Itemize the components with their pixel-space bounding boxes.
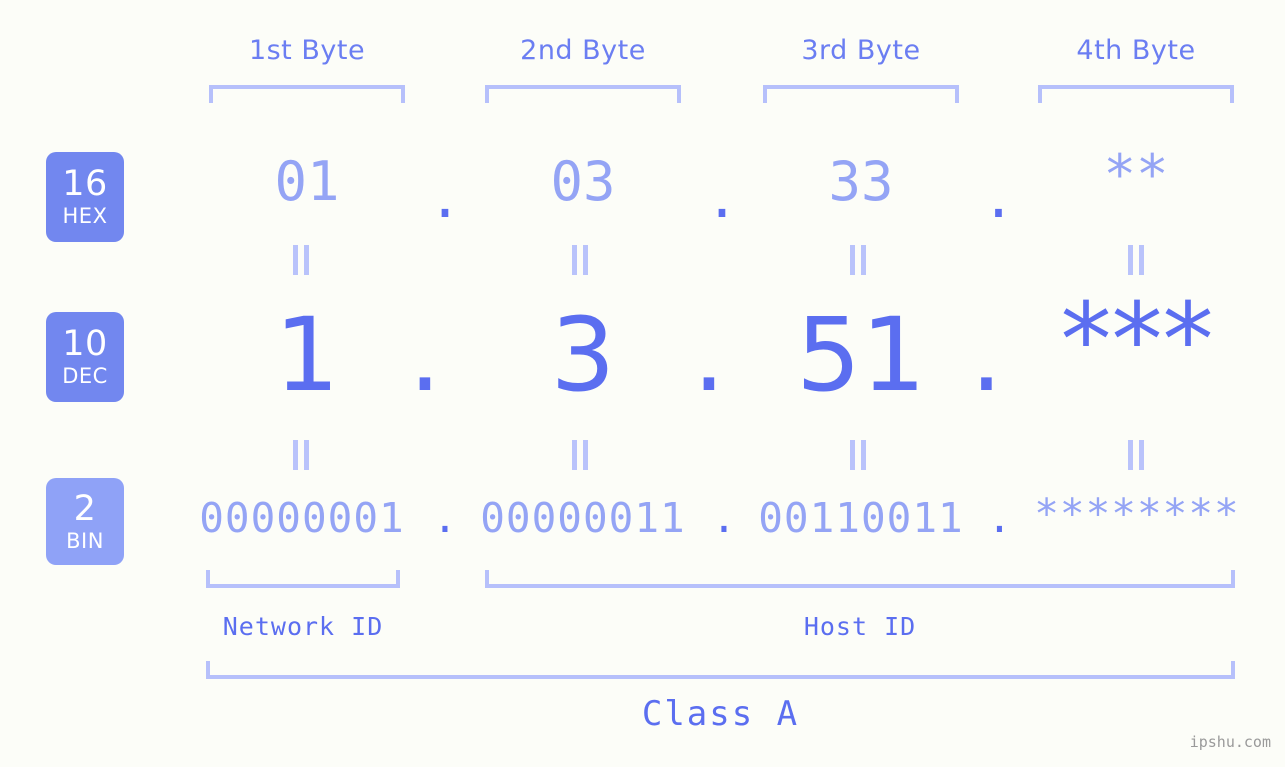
dec-byte-2: 3: [550, 296, 616, 415]
network-id-label: Network ID: [222, 612, 384, 641]
byte-bracket-3: [763, 85, 959, 103]
byte-bracket-4: [1038, 85, 1234, 103]
hex-byte-2: 03: [550, 150, 616, 213]
base-badge-bin: 2 BIN: [46, 478, 124, 565]
base-badge-bin-name: BIN: [66, 528, 104, 553]
host-id-bracket: [485, 570, 1235, 588]
byte-bracket-1: [209, 85, 405, 103]
dec-separator-2: .: [692, 296, 726, 415]
site-watermark: ipshu.com: [1189, 733, 1271, 751]
equivalence-mark-1-2: [569, 245, 591, 275]
bin-byte-1: 00000001: [199, 494, 405, 542]
base-badge-dec: 10 DEC: [46, 312, 124, 402]
hex-separator-3: .: [982, 167, 1015, 230]
equivalence-mark-1-4: [1125, 245, 1147, 275]
dec-separator-3: .: [970, 296, 1003, 415]
base-badge-bin-number: 2: [73, 488, 97, 529]
class-label: Class A: [641, 694, 800, 734]
bin-separator-3: .: [987, 494, 1012, 542]
base-badge-hex: 16 HEX: [46, 152, 124, 242]
hex-byte-4: **: [1103, 143, 1169, 206]
dec-byte-3: 51: [796, 296, 926, 415]
equivalence-mark-1-3: [847, 245, 869, 275]
equivalence-mark-1-1: [290, 245, 312, 275]
hex-separator-1: .: [428, 167, 462, 230]
bin-byte-4: ********: [1034, 490, 1240, 538]
hex-byte-1: 01: [274, 150, 340, 213]
dec-byte-1: 1: [274, 296, 340, 415]
ip-address-breakdown-diagram: 1st Byte 2nd Byte 3rd Byte 4th Byte 16 H…: [0, 0, 1285, 767]
bin-separator-2: .: [711, 494, 737, 542]
byte-bracket-2: [485, 85, 681, 103]
base-badge-dec-name: DEC: [62, 364, 108, 388]
byte-header-label-1: 1st Byte: [248, 35, 366, 66]
byte-header-label-3: 3rd Byte: [801, 35, 921, 66]
equivalence-mark-2-4: [1125, 440, 1147, 470]
byte-header-label-2: 2nd Byte: [520, 35, 646, 66]
bin-byte-2: 00000011: [480, 494, 686, 542]
dec-byte-4: ***: [1060, 281, 1214, 400]
base-badge-dec-number: 10: [62, 324, 108, 364]
hex-separator-2: .: [705, 167, 739, 230]
host-id-label: Host ID: [803, 612, 917, 641]
hex-byte-3: 33: [828, 150, 894, 213]
base-badge-hex-number: 16: [62, 164, 108, 204]
bin-separator-1: .: [432, 494, 458, 542]
equivalence-mark-2-3: [847, 440, 869, 470]
dec-separator-1: .: [408, 296, 442, 415]
equivalence-mark-2-1: [290, 440, 312, 470]
bin-byte-3: 00110011: [758, 494, 964, 542]
equivalence-mark-2-2: [569, 440, 591, 470]
base-badge-hex-name: HEX: [62, 204, 108, 228]
byte-header-label-4: 4th Byte: [1076, 35, 1196, 66]
network-id-bracket: [206, 570, 400, 588]
class-bracket: [206, 661, 1235, 679]
